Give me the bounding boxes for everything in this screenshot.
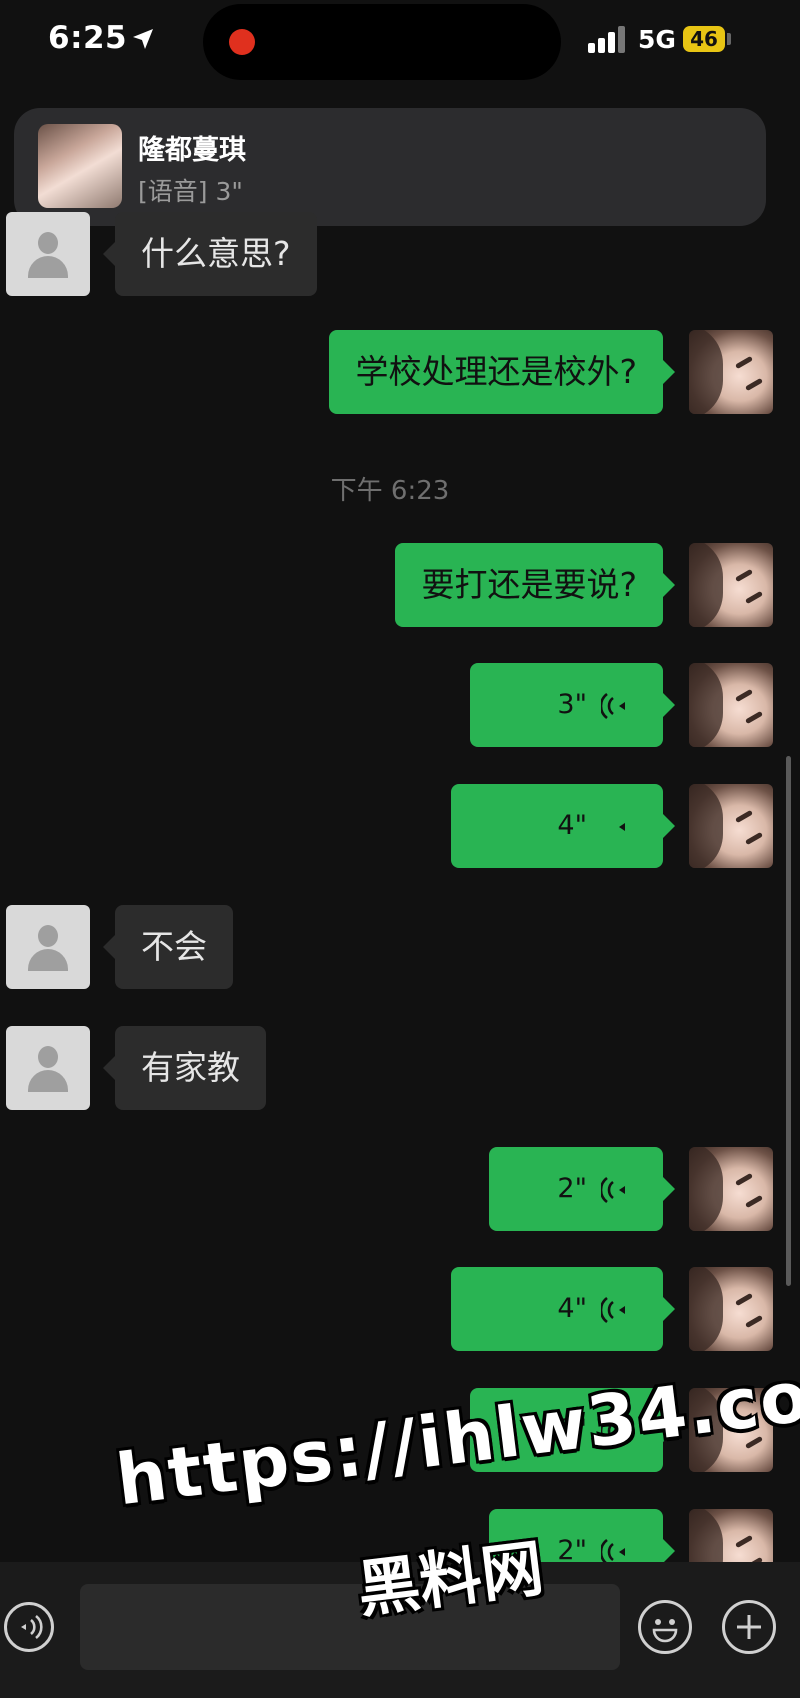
- message-bubble-in[interactable]: 有家教: [103, 1026, 266, 1110]
- voice-duration: 3": [557, 689, 587, 720]
- voice-message-bubble[interactable]: 3": [470, 663, 675, 747]
- notification-sender: 隆都蔓琪: [138, 135, 246, 166]
- signal-icon: [588, 25, 628, 53]
- voice-message-bubble[interactable]: 2": [489, 1147, 675, 1231]
- recording-indicator-icon: [229, 29, 255, 55]
- voice-duration: 2": [557, 1173, 587, 1204]
- contact-avatar[interactable]: [6, 905, 90, 989]
- voice-wave-icon: [601, 1296, 625, 1323]
- notification-avatar: [38, 124, 122, 208]
- my-avatar[interactable]: [689, 1147, 773, 1231]
- location-arrow-icon: [133, 29, 153, 49]
- message-bubble-out[interactable]: 要打还是要说?: [395, 543, 675, 627]
- voice-wave-icon: [601, 1176, 625, 1203]
- contact-avatar[interactable]: [6, 212, 90, 296]
- my-avatar[interactable]: [689, 1267, 773, 1351]
- chat-timestamp: 下午 6:23: [330, 476, 450, 506]
- notification-banner[interactable]: 隆都蔓琪 [语音] 3": [14, 108, 766, 226]
- dynamic-island: [203, 4, 561, 80]
- battery-icon: 46: [683, 26, 725, 52]
- plus-icon: [737, 1615, 761, 1639]
- emoji-button[interactable]: [638, 1600, 692, 1654]
- my-avatar[interactable]: [689, 663, 773, 747]
- more-button[interactable]: [722, 1600, 776, 1654]
- battery-cap: [727, 33, 731, 45]
- my-avatar[interactable]: [689, 543, 773, 627]
- voice-wave-icon: [619, 822, 625, 831]
- voice-duration: 4": [557, 1293, 587, 1324]
- voice-message-bubble[interactable]: 4": [451, 784, 675, 868]
- status-time: 6:25: [48, 20, 128, 56]
- notification-preview: [语音] 3": [138, 177, 243, 206]
- voice-wave-icon: [601, 692, 625, 719]
- voice-input-button[interactable]: [4, 1602, 54, 1652]
- network-type: 5G: [638, 25, 676, 54]
- my-avatar[interactable]: [689, 784, 773, 868]
- message-bubble-in[interactable]: 不会: [103, 905, 233, 989]
- voice-icon: [21, 1614, 43, 1640]
- message-bubble-out[interactable]: 学校处理还是校外?: [329, 330, 675, 414]
- contact-avatar[interactable]: [6, 1026, 90, 1110]
- voice-duration: 4": [557, 810, 587, 841]
- scrollbar[interactable]: [786, 756, 791, 1286]
- voice-message-bubble[interactable]: 4": [451, 1267, 675, 1351]
- watermark-url: https://ihlw34.com: [112, 1345, 800, 1522]
- message-bubble-in[interactable]: 什么意思?: [103, 212, 317, 296]
- my-avatar[interactable]: [689, 330, 773, 414]
- emoji-icon: [652, 1619, 678, 1643]
